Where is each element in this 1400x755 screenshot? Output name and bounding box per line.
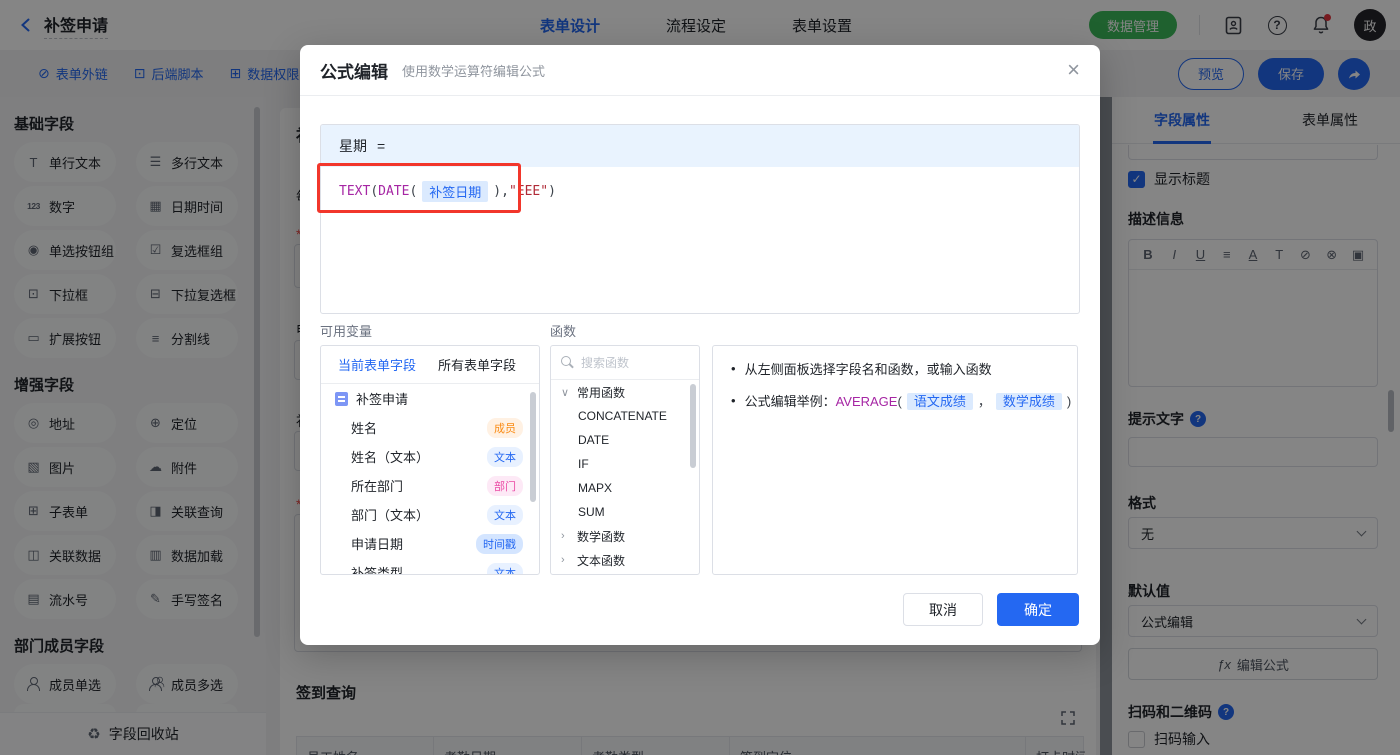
chevron-right-icon: ›	[561, 530, 565, 542]
formula-token: AVERAGE	[835, 394, 898, 409]
variable-row-部门（文本）[interactable]: 部门（文本） 文本	[321, 500, 539, 529]
modal-subtitle: 使用数学运算符编辑公式	[402, 63, 546, 79]
formula-token: (	[370, 184, 379, 199]
hint-line-2: • 公式编辑举例：AVERAGE( 语文成绩 ， 数学成绩)	[731, 391, 1071, 410]
variable-row-姓名（文本）[interactable]: 姓名（文本） 文本	[321, 442, 539, 471]
close-icon[interactable]: ×	[1067, 59, 1080, 81]
search-placeholder: 搜索函数	[581, 356, 630, 370]
field-token[interactable]: 语文成绩	[906, 393, 973, 410]
variable-form-name: 补签申请	[356, 392, 409, 407]
variables-label: 可用变量	[320, 324, 373, 339]
type-badge: 部门	[487, 475, 523, 496]
search-icon	[561, 356, 574, 369]
type-badge: 文本	[487, 504, 523, 525]
function-group-文本函数[interactable]: › 文本函数	[551, 548, 699, 572]
functions-list: ∨ 常用函数 CONCATENATE DATE IF MAPX SUM › 数学函数 › 文本函数	[551, 380, 699, 572]
field-token[interactable]: 补签日期	[422, 181, 489, 202]
formula-token: ,	[501, 184, 509, 199]
function-group-name: 常用函数	[577, 385, 626, 400]
type-badge: 文本	[487, 446, 523, 467]
modal-title: 公式编辑	[320, 62, 388, 82]
variable-row-所在部门[interactable]: 所在部门 部门	[321, 471, 539, 500]
type-badge: 成员	[487, 417, 523, 438]
form-doc-icon	[335, 391, 348, 406]
hints-panel: • 从左侧面板选择字段名和函数，或输入函数 • 公式编辑举例：AVERAGE( 语…	[712, 345, 1078, 575]
formula-token: "EEE"	[508, 184, 549, 199]
type-badge: 时间戳	[476, 533, 523, 554]
chevron-down-icon: ∨	[561, 386, 570, 399]
result-variable: 星期	[339, 138, 367, 154]
function-group-name: 文本函数	[577, 553, 626, 568]
functions-label: 函数	[550, 324, 577, 339]
functions-scrollbar[interactable]	[690, 384, 696, 468]
variables-panel: 当前表单字段 所有表单字段 补签申请 姓名 成员 姓名（文本） 文本 所在部门 部门 部门（文本…	[320, 345, 540, 575]
formula-token: ，	[977, 394, 991, 409]
modal-header: 公式编辑 使用数学运算符编辑公式 ×	[300, 45, 1100, 96]
type-badge: 文本	[487, 562, 523, 574]
app-root: 补签申请 表单设计 流程设定 表单设置 数据管理 ? 政 ⊘ 表单外链 ⊡ 后端脚本 ⊞ 数据…	[0, 0, 1400, 755]
functions-panel: 搜索函数 ∨ 常用函数 CONCATENATE DATE IF MAPX SUM › 数学函数 ›…	[550, 345, 700, 575]
formula-modal: 公式编辑 使用数学运算符编辑公式 × 星期 = TEXT(DATE(补签日期),…	[300, 45, 1100, 645]
formula-token: DATE	[378, 184, 410, 199]
function-group-name: 数学函数	[577, 529, 626, 544]
formula-token: 公式编辑举例：	[744, 394, 836, 409]
hint-example: 公式编辑举例：AVERAGE( 语文成绩 ， 数学成绩)	[744, 391, 1072, 410]
variables-tab-当前表单字段[interactable]: 当前表单字段	[338, 355, 416, 374]
variable-row-姓名[interactable]: 姓名 成员	[321, 413, 539, 442]
hint-line-1: • 从左侧面板选择字段名和函数，或输入函数	[731, 361, 992, 377]
function-group-常用函数[interactable]: ∨ 常用函数	[551, 380, 699, 404]
variable-row-申请日期[interactable]: 申请日期 时间戳	[321, 529, 539, 558]
variable-name: 申请日期	[351, 537, 404, 552]
variable-form-row[interactable]: 补签申请	[321, 384, 539, 413]
formula-token: )	[1066, 394, 1072, 409]
bullet: •	[731, 393, 736, 408]
formula-token: )	[548, 184, 556, 199]
variables-scrollbar[interactable]	[530, 392, 536, 502]
formula-token: TEXT	[339, 184, 371, 199]
confirm-button[interactable]: 确定	[997, 593, 1079, 626]
formula-token: (	[897, 394, 902, 409]
field-token[interactable]: 数学成绩	[995, 393, 1062, 410]
formula-token: (	[409, 184, 418, 199]
cancel-button[interactable]: 取消	[903, 593, 983, 626]
variables-tabs: 当前表单字段 所有表单字段	[321, 346, 539, 384]
function-item-SUM[interactable]: SUM	[551, 500, 699, 524]
variable-name: 部门（文本）	[351, 508, 430, 523]
function-item-MAPX[interactable]: MAPX	[551, 476, 699, 500]
variable-name: 姓名（文本）	[351, 450, 430, 465]
formula-result-bar: 星期 =	[321, 125, 1079, 167]
variables-tab-所有表单字段[interactable]: 所有表单字段	[438, 355, 516, 374]
formula-expression[interactable]: TEXT(DATE(补签日期), "EEE")	[321, 167, 1079, 216]
function-item-CONCATENATE[interactable]: CONCATENATE	[551, 404, 699, 428]
function-group-数学函数[interactable]: › 数学函数	[551, 524, 699, 548]
formula-editor[interactable]: 星期 = TEXT(DATE(补签日期), "EEE")	[320, 124, 1080, 314]
formula-token: )	[493, 184, 502, 199]
bullet: •	[731, 361, 736, 376]
chevron-right-icon: ›	[561, 554, 565, 566]
function-item-DATE[interactable]: DATE	[551, 428, 699, 452]
variable-name: 姓名	[351, 421, 378, 436]
variable-name: 所在部门	[351, 479, 404, 494]
variable-row-补签类型[interactable]: 补签类型 文本	[321, 558, 539, 575]
equals-sign: =	[377, 138, 386, 154]
function-search[interactable]: 搜索函数	[551, 346, 699, 380]
function-item-IF[interactable]: IF	[551, 452, 699, 476]
variable-name: 补签类型	[351, 566, 404, 575]
variables-list: 补签申请 姓名 成员 姓名（文本） 文本 所在部门 部门 部门（文本） 文本 申请日期 时间戳 补签类…	[321, 384, 539, 575]
